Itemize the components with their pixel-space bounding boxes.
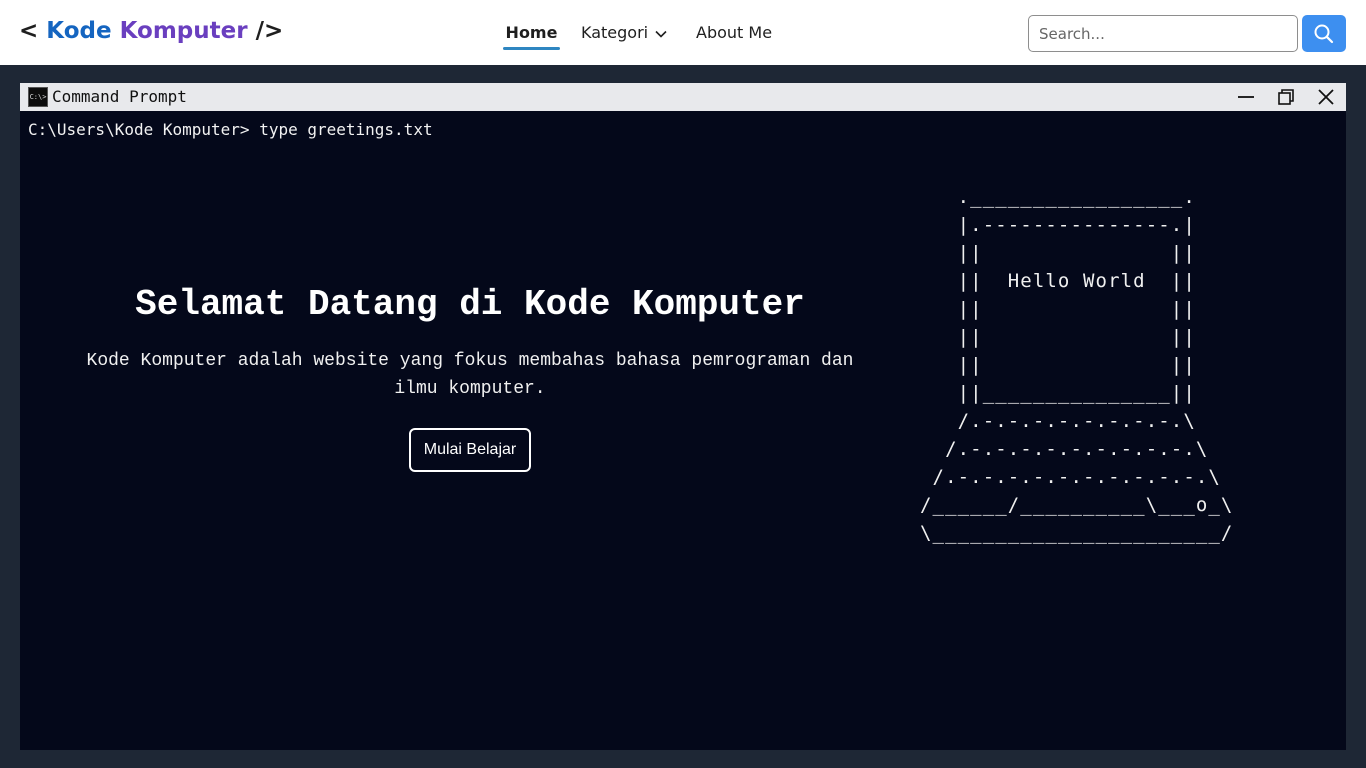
command-prompt-window: C:\> Command Prompt C:\Users\Kode Komput…: [20, 83, 1346, 750]
close-button[interactable]: [1306, 83, 1346, 111]
search-icon: [1314, 24, 1334, 44]
nav-kategori-dropdown[interactable]: Kategori: [581, 18, 671, 50]
start-learning-button[interactable]: Mulai Belajar: [408, 428, 532, 472]
nav-home[interactable]: Home: [503, 18, 560, 50]
search-input[interactable]: [1028, 15, 1298, 52]
hero-description: Kode Komputer adalah website yang fokus …: [86, 351, 854, 399]
maximize-button[interactable]: [1266, 83, 1306, 111]
nav-kategori-label: Kategori: [581, 23, 649, 42]
command-line: C:\Users\Kode Komputer> type greetings.t…: [28, 120, 433, 139]
search-button[interactable]: [1302, 15, 1346, 52]
window-title: Command Prompt: [52, 87, 187, 106]
nav-home-label: Home: [505, 23, 558, 42]
nav-about-me[interactable]: About Me: [696, 18, 776, 50]
minimize-icon: [1238, 96, 1254, 98]
logo-close-bracket: />: [247, 18, 284, 44]
navbar: < Kode Komputer /> Home Kategori About M…: [0, 0, 1366, 65]
hero-section: Selamat Datang di Kode Komputer Kode Kom…: [50, 283, 890, 472]
window-titlebar[interactable]: C:\> Command Prompt: [20, 83, 1346, 111]
cmd-app-icon: C:\>: [28, 87, 48, 107]
chevron-down-icon: [655, 30, 667, 38]
logo-word-kode: Kode: [46, 18, 112, 44]
logo-open-bracket: <: [19, 18, 47, 44]
ascii-computer-art: ._________________. |.---------------.| …: [920, 186, 1234, 544]
active-indicator: [503, 47, 560, 50]
hero-title: Selamat Datang di Kode Komputer: [135, 284, 805, 325]
site-logo[interactable]: < Kode Komputer />: [19, 14, 283, 48]
minimize-button[interactable]: [1226, 83, 1266, 111]
restore-icon: [1278, 89, 1294, 105]
close-icon: [1318, 89, 1334, 105]
nav-about-label: About Me: [696, 23, 773, 42]
logo-word-komputer: Komputer: [119, 18, 248, 44]
